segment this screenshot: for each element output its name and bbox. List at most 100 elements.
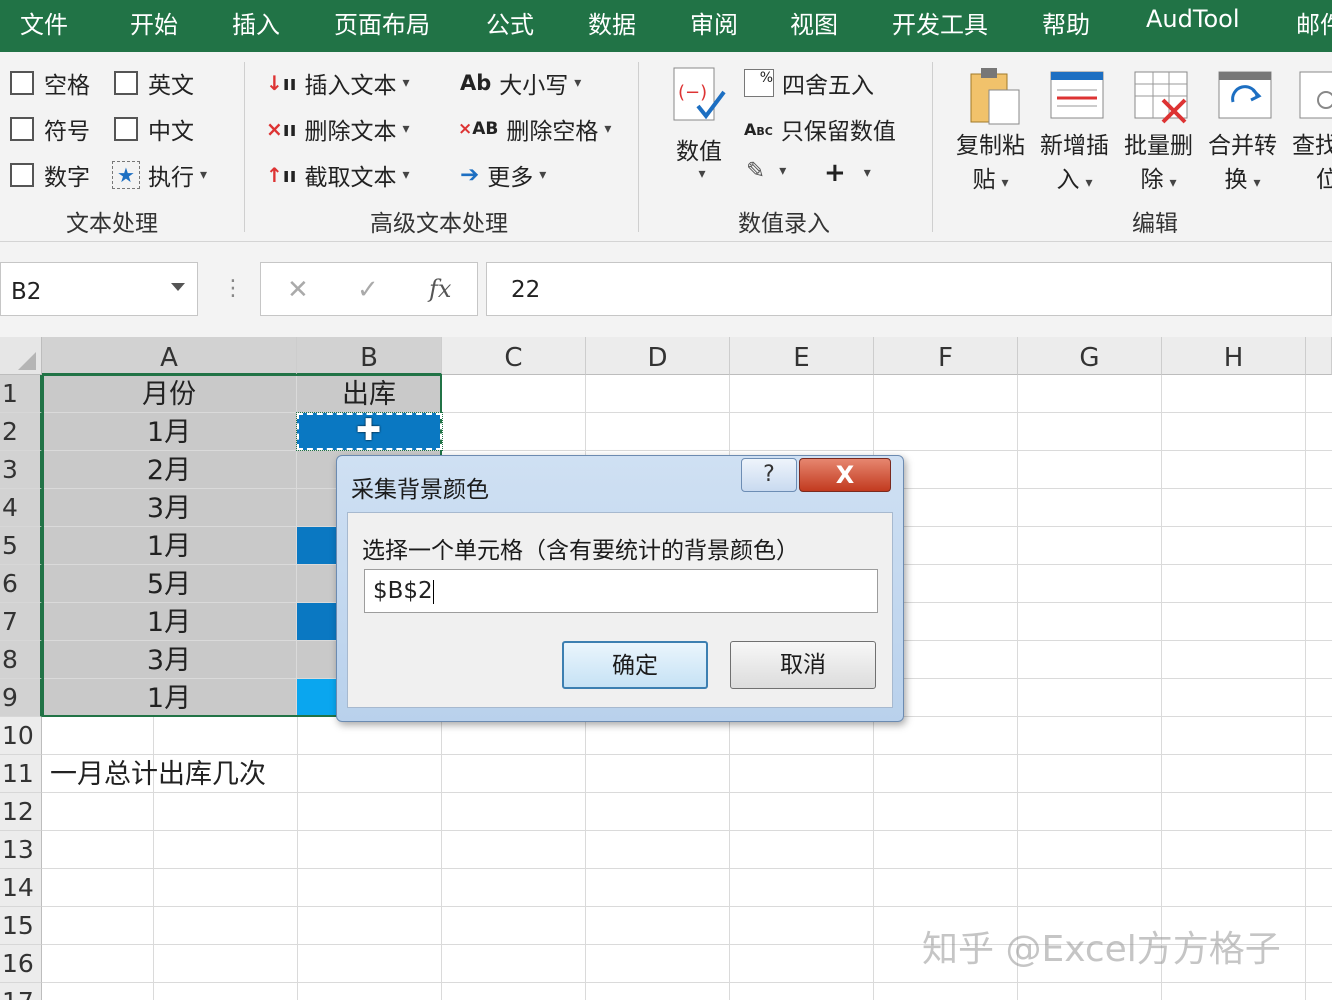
checkbox-symbol-label: 符号 [44, 119, 90, 145]
tab-review[interactable]: 审阅 [690, 5, 738, 40]
function-icon[interactable]: fx [429, 275, 451, 303]
row-header-6[interactable]: 6 [0, 565, 42, 603]
extract-text-button[interactable]: ↑ıı 截取文本 ▾ [266, 158, 410, 192]
ok-button[interactable]: 确定 [562, 641, 708, 689]
delete-space-button[interactable]: ×AB 删除空格 ▾ [458, 112, 611, 146]
cell-a6[interactable]: 5月 [42, 565, 297, 603]
column-header-h[interactable]: H [1162, 337, 1306, 375]
dialog-title: 采集背景颜色 [351, 477, 489, 503]
merge-convert-button[interactable]: 合并转 换 ▾ [1208, 66, 1277, 194]
column-header-g[interactable]: G [1018, 337, 1162, 375]
round-button[interactable]: % 四舍五入 [744, 66, 874, 100]
copy-paste-button[interactable]: 复制粘 贴 ▾ [956, 66, 1025, 194]
cell-a3[interactable]: 2月 [42, 451, 297, 489]
chevron-down-icon: ▾ [200, 167, 208, 183]
drag-handle-icon[interactable]: ⋮ [222, 276, 244, 301]
table-insert-icon [1050, 71, 1103, 119]
cell-a1[interactable]: 月份 [42, 375, 297, 413]
row-header-10[interactable]: 10 [0, 717, 42, 755]
cancel-icon[interactable]: ✕ [287, 275, 309, 305]
row-header-16[interactable]: 16 [0, 945, 42, 983]
cell-a5[interactable]: 1月 [42, 527, 297, 565]
column-header-a[interactable]: A [42, 337, 297, 375]
execute-button[interactable]: ★ 执行 ▾ [112, 158, 207, 192]
row-header-4[interactable]: 4 [0, 489, 42, 527]
formula-input[interactable]: 22 [486, 262, 1332, 316]
keep-number-button[interactable]: Abc 只保留数值 [744, 112, 896, 146]
cell-b1[interactable]: 出库 [297, 375, 442, 413]
row-header-14[interactable]: 14 [0, 869, 42, 907]
merge-convert-label-1: 合并转 [1208, 133, 1277, 159]
tab-developer[interactable]: 开发工具 [892, 5, 988, 40]
select-all-button[interactable] [0, 337, 42, 375]
row-header-3[interactable]: 3 [0, 451, 42, 489]
cell-reference-input[interactable]: $B$2 [364, 569, 878, 613]
checkbox-chinese[interactable]: 中文 [114, 112, 194, 146]
cell-a11[interactable]: 一月总计出库几次 [42, 755, 297, 793]
cell-a4[interactable]: 3月 [42, 489, 297, 527]
delete-text-button[interactable]: ×ıı 删除文本 ▾ [266, 112, 410, 146]
number-button[interactable]: (−) 数值 ▾ [670, 66, 728, 182]
copy-paste-label-2-wrap: 贴 ▾ [972, 160, 1008, 194]
row-header-15[interactable]: 15 [0, 907, 42, 945]
tab-home[interactable]: 开始 [130, 5, 178, 40]
cell-a9[interactable]: 1月 [42, 679, 297, 717]
tab-view[interactable]: 视图 [790, 5, 838, 40]
checkbox-english[interactable]: 英文 [114, 66, 194, 100]
row-header-5[interactable]: 5 [0, 527, 42, 565]
batch-delete-button[interactable]: 批量删 除 ▾ [1124, 66, 1193, 194]
table-delete-icon [1134, 71, 1187, 124]
column-header-d[interactable]: D [586, 337, 730, 375]
help-button[interactable]: ? [741, 458, 797, 492]
insert-text-button[interactable]: ↓ıı 插入文本 ▾ [266, 66, 410, 100]
row-header-1[interactable]: 1 [0, 375, 42, 413]
tab-insert[interactable]: 插入 [232, 5, 280, 40]
extract-text-label: 截取文本 [304, 165, 397, 191]
column-header-e[interactable]: E [730, 337, 874, 375]
cell-a2[interactable]: 1月 [42, 413, 297, 451]
confirm-icon[interactable]: ✓ [357, 275, 379, 305]
checkbox-symbol[interactable]: 符号 [10, 112, 90, 146]
row-header-2[interactable]: 2 [0, 413, 42, 451]
name-box[interactable]: B2 [0, 262, 198, 316]
clipboard-icon [970, 68, 1019, 125]
checkbox-space[interactable]: 空格 [10, 66, 90, 100]
edit-note-button[interactable]: ✎ ▾ [746, 158, 786, 184]
column-header-b[interactable]: B [297, 337, 442, 375]
row-header-11[interactable]: 11 [0, 755, 42, 793]
tab-file[interactable]: 文件 [20, 5, 68, 40]
checkbox-number[interactable]: 数字 [10, 158, 90, 192]
name-box-value: B2 [11, 279, 42, 305]
chevron-down-icon[interactable] [171, 283, 185, 291]
row-header-7[interactable]: 7 [0, 603, 42, 641]
cursor-cross-icon: ✚ [356, 413, 382, 448]
new-insert-button[interactable]: 新增插 入 ▾ [1040, 66, 1109, 194]
tab-page-layout[interactable]: 页面布局 [334, 5, 430, 40]
row-header-9[interactable]: 9 [0, 679, 42, 717]
more-button[interactable]: ➔ 更多 ▾ [460, 158, 546, 192]
tab-data[interactable]: 数据 [588, 5, 636, 40]
find-locate-button[interactable]: 查找 位 [1292, 66, 1332, 194]
tab-formulas[interactable]: 公式 [486, 5, 534, 40]
copy-paste-label-1: 复制粘 [956, 133, 1025, 159]
column-header-c[interactable]: C [442, 337, 586, 375]
tab-help[interactable]: 帮助 [1042, 5, 1090, 40]
close-button[interactable]: X [799, 458, 891, 492]
row-header-13[interactable]: 13 [0, 831, 42, 869]
column-header-f[interactable]: F [874, 337, 1018, 375]
cell-a8[interactable]: 3月 [42, 641, 297, 679]
row-header-17[interactable]: 17 [0, 983, 42, 1000]
tab-audtool[interactable]: AudTool [1146, 5, 1239, 33]
cell-a7[interactable]: 1月 [42, 603, 297, 641]
chevron-down-icon: ▾ [402, 167, 410, 183]
row-header-12[interactable]: 12 [0, 793, 42, 831]
plus-button[interactable]: + ▾ [824, 158, 871, 188]
row-header-8[interactable]: 8 [0, 641, 42, 679]
chevron-down-icon: ▾ [604, 121, 612, 137]
chevron-down-icon: ▾ [402, 75, 410, 91]
tab-mail[interactable]: 邮件 [1296, 5, 1332, 40]
case-button[interactable]: Ab 大小写 ▾ [460, 66, 581, 100]
column-header-i[interactable] [1306, 337, 1332, 375]
cancel-button[interactable]: 取消 [730, 641, 876, 689]
batch-delete-label-2: 除 [1140, 167, 1164, 193]
